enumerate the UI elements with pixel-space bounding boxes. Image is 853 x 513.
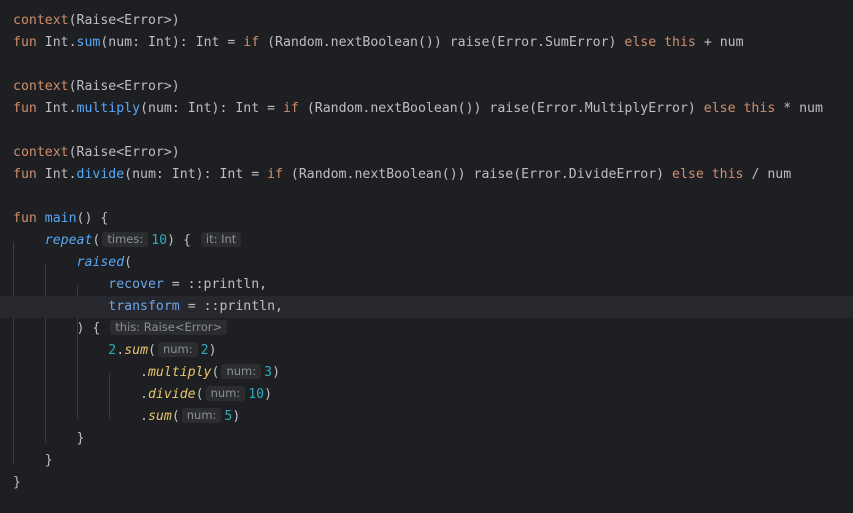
current-code-line[interactable]: transform = ::println, [0, 296, 853, 318]
code-line[interactable]: recover = ::println, [0, 274, 853, 296]
code-line[interactable]: context(Raise<Error>) [0, 76, 853, 98]
param-hint: num: [181, 408, 222, 423]
param-hint: num: [205, 386, 246, 401]
code-line[interactable]: fun Int.multiply(num: Int): Int = if (Ra… [0, 98, 853, 120]
code-line[interactable]: } [0, 472, 853, 494]
code-line[interactable]: fun Int.divide(num: Int): Int = if (Rand… [0, 164, 853, 186]
code-line[interactable]: .sum(num: 5) [0, 406, 853, 428]
code-editor[interactable]: context(Raise<Error>) fun Int.sum(num: I… [0, 0, 853, 513]
code-line[interactable]: raised( [0, 252, 853, 274]
lambda-hint: it: Int [200, 232, 242, 247]
code-line[interactable]: ) { this: Raise<Error> [0, 318, 853, 340]
code-line[interactable]: } [0, 450, 853, 472]
code-line[interactable]: repeat(times: 10) { it: Int [0, 230, 853, 252]
code-line[interactable]: 2.sum(num: 2) [0, 340, 853, 362]
param-hint: times: [102, 232, 149, 247]
receiver-hint: this: Raise<Error> [110, 320, 228, 335]
param-hint: num: [157, 342, 198, 357]
code-line[interactable]: .multiply(num: 3) [0, 362, 853, 384]
code-line[interactable]: fun Int.sum(num: Int): Int = if (Random.… [0, 32, 853, 54]
code-line[interactable]: context(Raise<Error>) [0, 142, 853, 164]
code-line[interactable]: } [0, 428, 853, 450]
code-line[interactable]: fun main() { [0, 208, 853, 230]
code-line[interactable]: context(Raise<Error>) [0, 10, 853, 32]
param-hint: num: [221, 364, 262, 379]
code-line[interactable]: .divide(num: 10) [0, 384, 853, 406]
